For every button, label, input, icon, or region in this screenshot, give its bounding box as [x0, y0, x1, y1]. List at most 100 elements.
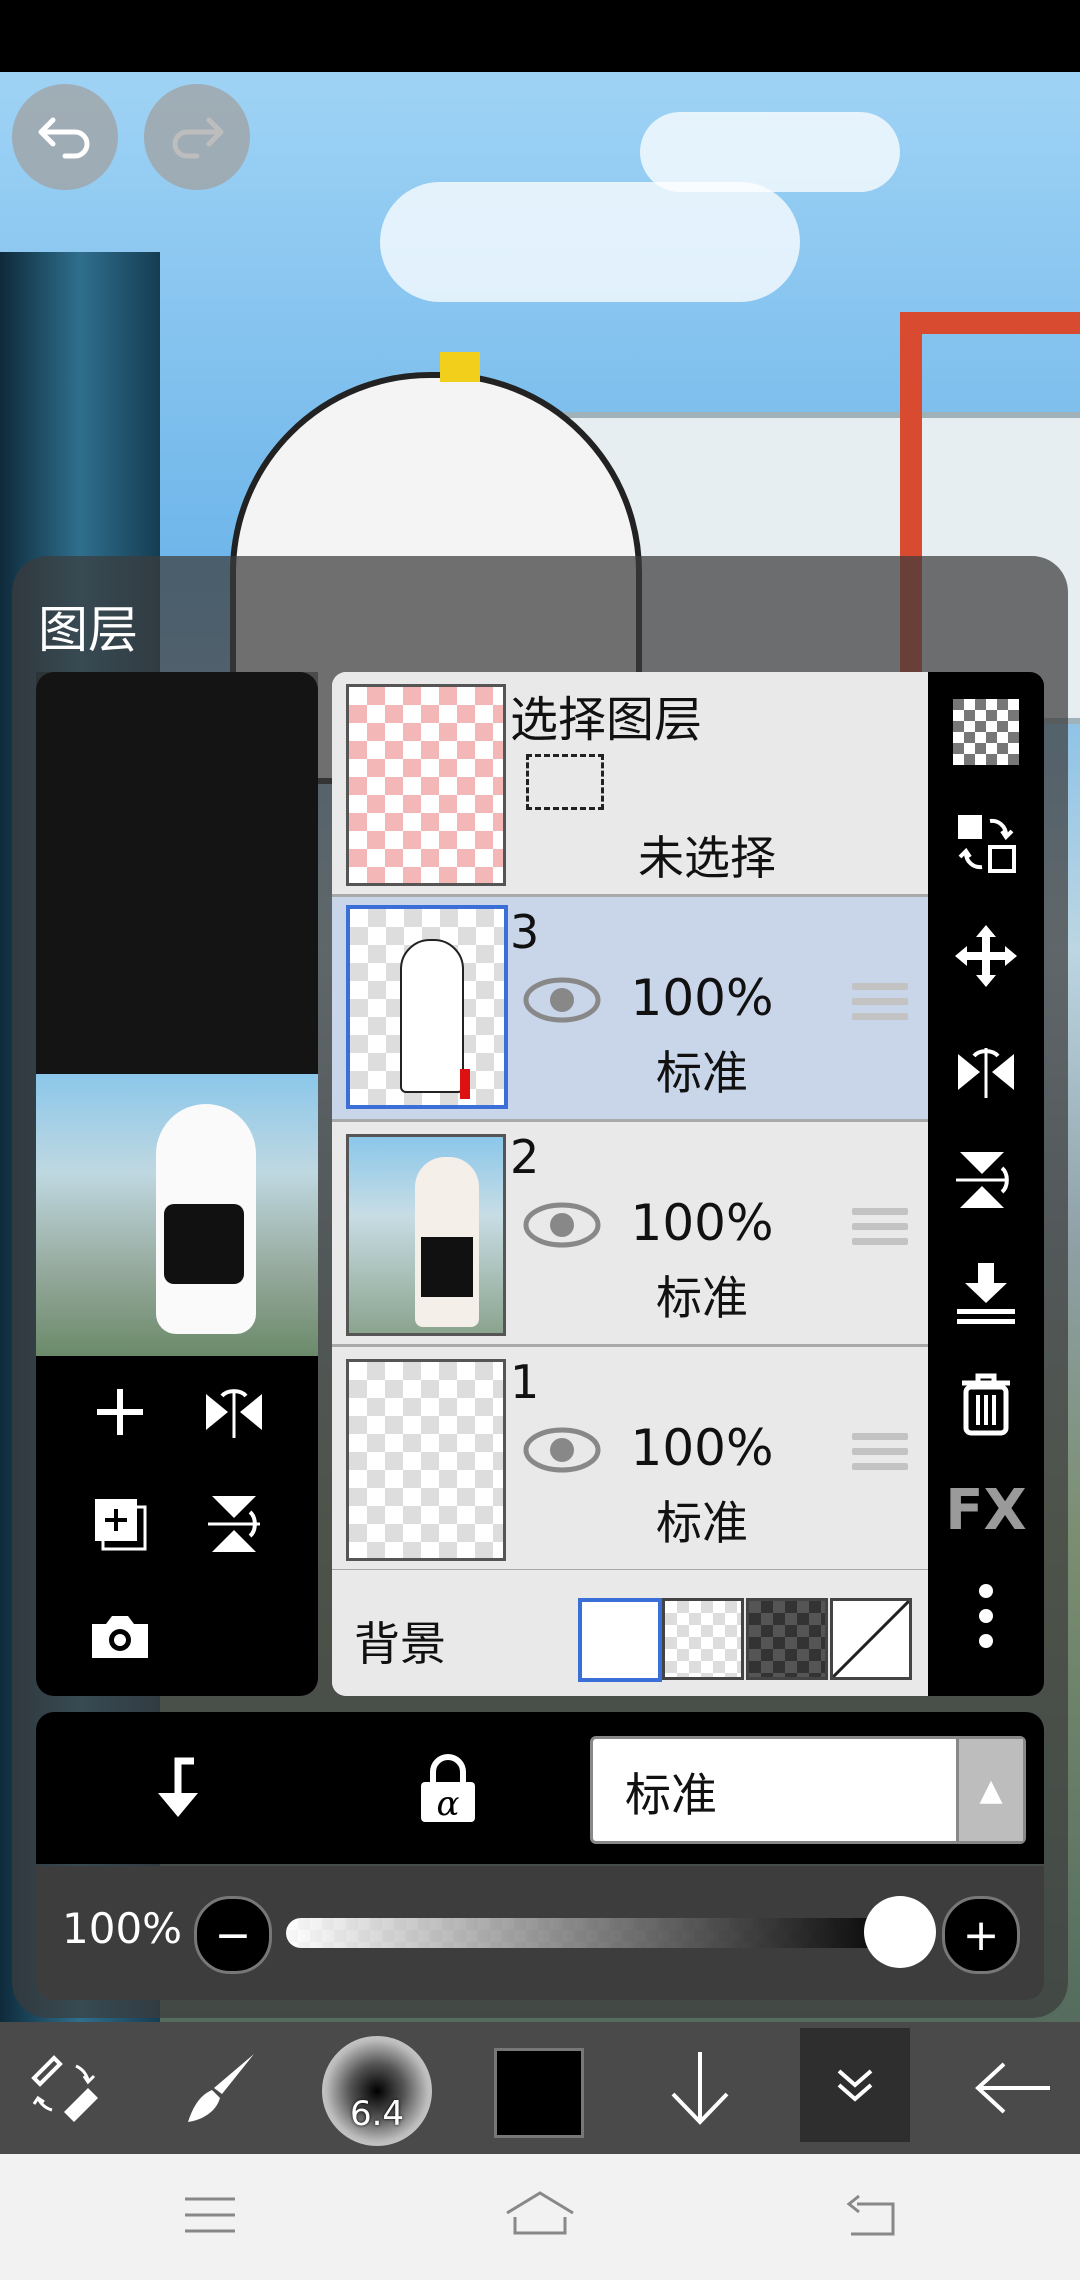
back-nav-icon [846, 2194, 895, 2236]
canvas-preview[interactable] [36, 1074, 318, 1356]
back-nav-button[interactable] [840, 2190, 900, 2240]
alpha-lock-icon: α [421, 1754, 475, 1824]
opacity-increase-button[interactable]: + [942, 1896, 1020, 1974]
move-down-button[interactable] [650, 2022, 750, 2154]
merge-down-icon [957, 1263, 1015, 1324]
opacity-slider-knob[interactable] [864, 1896, 936, 1968]
drag-handle-icon[interactable] [852, 1425, 908, 1478]
camera-icon [92, 1616, 148, 1658]
more-options-button[interactable] [946, 1576, 1026, 1656]
clipping-arrow-icon [158, 1757, 198, 1817]
camera-import-button[interactable] [80, 1596, 160, 1676]
layer-menu-toggle-button[interactable] [800, 2028, 910, 2142]
brush-icon [188, 2054, 254, 2122]
flip-vertical-button[interactable] [194, 1484, 274, 1564]
move-layer-button[interactable] [946, 916, 1026, 996]
hamburger-icon [185, 2197, 235, 2233]
add-layer-button[interactable] [80, 1372, 160, 1452]
fx-button[interactable]: FX [938, 1470, 1034, 1550]
selection-marquee-icon [526, 754, 604, 810]
brush-size-button[interactable]: 6.4 [322, 2036, 432, 2146]
layer-row[interactable]: 3 100% 标准 [332, 897, 928, 1122]
cloud-shape [380, 182, 800, 302]
visibility-eye-icon[interactable] [522, 1425, 602, 1475]
layer-blend-mode: 标准 [656, 1271, 748, 1325]
background-transparent-option[interactable] [662, 1598, 744, 1680]
canvas-overview [36, 672, 318, 1074]
selection-layer-title: 选择图层 [510, 692, 703, 748]
more-vertical-icon [979, 1584, 993, 1648]
layer-thumbnail [346, 905, 508, 1109]
triangle-up-icon: ▲ [956, 1739, 1023, 1841]
flip-vertical-button[interactable] [946, 1140, 1026, 1220]
cloud-shape [640, 112, 900, 192]
opacity-slider[interactable] [286, 1918, 906, 1948]
transparency-button[interactable] [946, 692, 1026, 772]
character-dress [421, 1237, 473, 1297]
visibility-eye-icon[interactable] [522, 1200, 602, 1250]
home-icon [506, 2191, 574, 2235]
pole-shape [349, 1137, 403, 1333]
home-nav-button[interactable] [500, 2184, 580, 2244]
pole-shape [46, 1074, 136, 1356]
drag-handle-icon[interactable] [852, 1200, 908, 1253]
brush-tool-button[interactable] [172, 2022, 272, 2154]
color-swatch-button[interactable] [494, 2048, 584, 2138]
back-button[interactable] [964, 2022, 1064, 2154]
background-dark-option[interactable] [746, 1598, 828, 1680]
flip-horizontal-button[interactable] [194, 1372, 274, 1452]
red-mark [460, 1069, 470, 1099]
layer-opacity: 100% [630, 1419, 774, 1477]
delete-layer-button[interactable] [946, 1364, 1026, 1444]
arrow-left-icon [975, 2062, 1050, 2114]
swap-layer-button[interactable] [946, 804, 1026, 884]
checkerboard-icon [953, 699, 1019, 765]
layer-row[interactable]: 2 100% 标准 [332, 1122, 928, 1347]
svg-text:α: α [437, 1784, 460, 1824]
plus-icon: + [962, 1909, 1000, 1961]
flip-vertical-icon [956, 1152, 1009, 1208]
flip-horizontal-icon [206, 1389, 262, 1438]
undo-button[interactable] [12, 84, 118, 190]
character-dress [164, 1204, 244, 1284]
brush-size-value: 6.4 [349, 2094, 405, 2134]
transform-tool-button[interactable] [14, 2022, 114, 2154]
background-none-option[interactable] [830, 1598, 912, 1680]
layer-actions-bar: FX [928, 672, 1044, 1696]
system-navigation-bar [0, 2154, 1080, 2280]
layer-thumbnail [346, 1359, 506, 1561]
layer-list: 选择图层 未选择 3 100% 标准 2 100% 标准 1 100% 标准 背… [332, 672, 928, 1696]
merge-down-button[interactable] [946, 1252, 1026, 1332]
duplicate-layer-button[interactable] [80, 1484, 160, 1564]
clipping-button[interactable] [134, 1748, 214, 1828]
menu-nav-button[interactable] [180, 2190, 240, 2240]
layer-number: 1 [510, 1355, 540, 1409]
selection-status: 未选择 [638, 831, 776, 885]
swap-icon [958, 815, 1016, 873]
move-icon [955, 925, 1017, 987]
alpha-lock-button[interactable]: α [408, 1748, 488, 1828]
character-sketch [400, 939, 464, 1093]
crown-shape [440, 352, 480, 382]
layer-blend-mode: 标准 [656, 1496, 748, 1550]
flip-vertical-icon [208, 1496, 260, 1552]
layer-number: 3 [510, 905, 540, 959]
layer-opacity: 100% [630, 1194, 774, 1252]
background-white-option[interactable] [578, 1598, 662, 1682]
selection-layer-row[interactable]: 选择图层 未选择 [332, 672, 928, 897]
layer-row[interactable]: 1 100% 标准 [332, 1347, 928, 1572]
background-row: 背景 [332, 1570, 928, 1696]
blend-mode-select[interactable]: 标准 ▲ [590, 1736, 1026, 1844]
slash-icon [831, 1599, 911, 1679]
opacity-value: 100% [62, 1904, 183, 1953]
layer-number: 2 [510, 1130, 540, 1184]
opacity-decrease-button[interactable]: − [194, 1896, 272, 1974]
minus-icon: − [214, 1909, 252, 1961]
flip-horizontal-button[interactable] [946, 1028, 1026, 1108]
visibility-eye-icon[interactable] [522, 975, 602, 1025]
redo-icon [172, 117, 224, 159]
redo-button[interactable] [144, 84, 250, 190]
drag-handle-icon[interactable] [852, 975, 908, 1028]
layer-opacity: 100% [630, 969, 774, 1027]
panel-title: 图层 [38, 601, 138, 659]
